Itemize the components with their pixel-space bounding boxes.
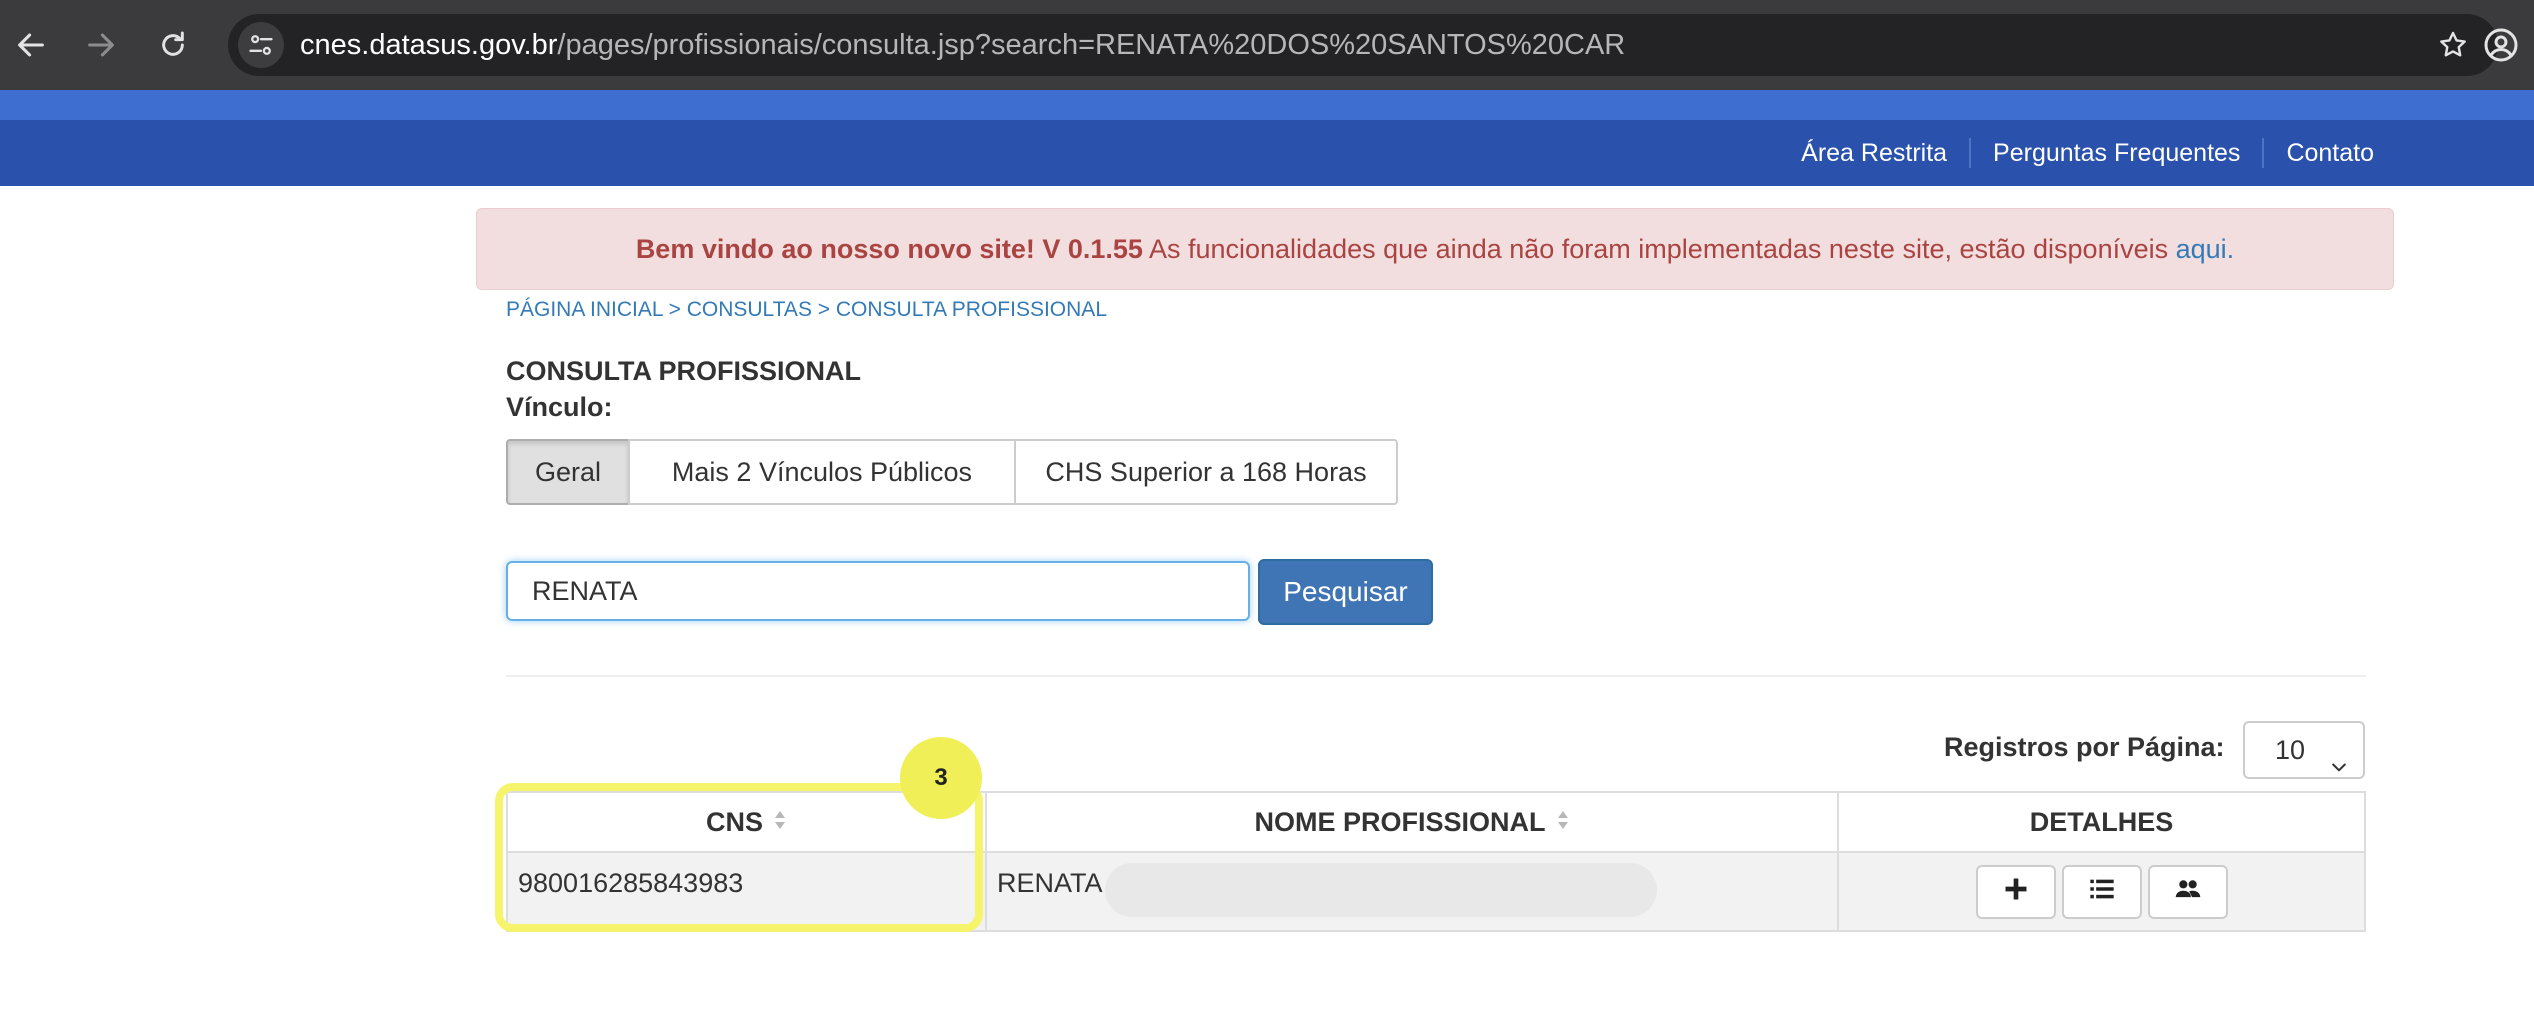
redacted-name bbox=[1105, 863, 1657, 917]
header-stripe bbox=[0, 90, 2534, 120]
header-nome-label: NOME PROFISSIONAL bbox=[1254, 806, 1546, 837]
search-input[interactable]: RENATA bbox=[506, 561, 1250, 621]
sort-icon bbox=[1556, 807, 1570, 838]
nav-link-contato[interactable]: Contato bbox=[2262, 138, 2396, 168]
details-list-button[interactable] bbox=[2061, 865, 2142, 919]
search-button[interactable]: Pesquisar bbox=[1258, 559, 1433, 625]
site-info-icon[interactable] bbox=[238, 22, 284, 68]
cell-detalhes bbox=[1837, 853, 2364, 930]
alert-text: As funcionalidades que ainda não foram i… bbox=[1142, 234, 2176, 264]
plus-icon bbox=[2002, 875, 2030, 910]
vinculo-label: Vínculo: bbox=[506, 392, 613, 422]
tab-geral[interactable]: Geral bbox=[506, 439, 630, 505]
header-nome[interactable]: NOME PROFISSIONAL bbox=[985, 793, 1837, 851]
header-detalhes-label: DETALHES bbox=[2029, 806, 2174, 837]
alert-link[interactable]: aqui. bbox=[2176, 234, 2235, 264]
records-per-page-select[interactable]: 10 bbox=[2243, 721, 2365, 779]
forward-icon[interactable] bbox=[78, 22, 124, 68]
users-icon bbox=[2174, 875, 2202, 910]
url-path: /pages/profissionais/consulta.jsp?search… bbox=[557, 29, 1626, 61]
nav-link-perguntas-frequentes[interactable]: Perguntas Frequentes bbox=[1969, 138, 2262, 168]
cell-nome-text: RENATA bbox=[997, 868, 1103, 898]
bookmark-star-icon[interactable] bbox=[2430, 22, 2476, 68]
details-plus-button[interactable] bbox=[1975, 865, 2056, 919]
breadcrumb[interactable]: PÁGINA INICIAL > CONSULTAS > CONSULTA PR… bbox=[506, 298, 1107, 322]
alert-bold-text: Bem vindo ao nosso novo site! V 0.1.55 bbox=[635, 234, 1143, 264]
tab-chs-superior[interactable]: CHS Superior a 168 Horas bbox=[1014, 439, 1398, 505]
records-per-page-value: 10 bbox=[2275, 735, 2306, 765]
url-text: cnes.datasus.gov.br/pages/profissionais/… bbox=[300, 14, 1625, 76]
profile-icon[interactable] bbox=[2478, 22, 2524, 68]
tab-mais-2-vinculos[interactable]: Mais 2 Vínculos Públicos bbox=[628, 439, 1016, 505]
welcome-alert: Bem vindo ao nosso novo site! V 0.1.55 A… bbox=[476, 208, 2394, 290]
reload-icon[interactable] bbox=[150, 22, 196, 68]
url-domain: cnes.datasus.gov.br bbox=[300, 29, 558, 61]
chevron-down-icon bbox=[2329, 741, 2349, 795]
page-title: CONSULTA PROFISSIONAL bbox=[506, 356, 861, 386]
site-navbar: Área Restrita Perguntas Frequentes Conta… bbox=[0, 120, 2534, 186]
header-detalhes: DETALHES bbox=[1837, 793, 2364, 851]
details-users-button[interactable] bbox=[2147, 865, 2228, 919]
list-icon bbox=[2088, 875, 2116, 910]
cell-nome: RENATA bbox=[985, 853, 1837, 930]
records-per-page-label: Registros por Página: bbox=[1944, 732, 2225, 762]
back-icon[interactable] bbox=[8, 22, 54, 68]
browser-toolbar: cnes.datasus.gov.br/pages/profissionais/… bbox=[0, 0, 2534, 90]
vinculo-tabs: Geral Mais 2 Vínculos Públicos CHS Super… bbox=[506, 439, 1398, 505]
nav-link-area-restrita[interactable]: Área Restrita bbox=[1779, 138, 1969, 168]
annotation-badge: 3 bbox=[900, 737, 982, 819]
divider bbox=[506, 675, 2366, 677]
address-bar[interactable]: cnes.datasus.gov.br/pages/profissionais/… bbox=[228, 14, 2498, 76]
